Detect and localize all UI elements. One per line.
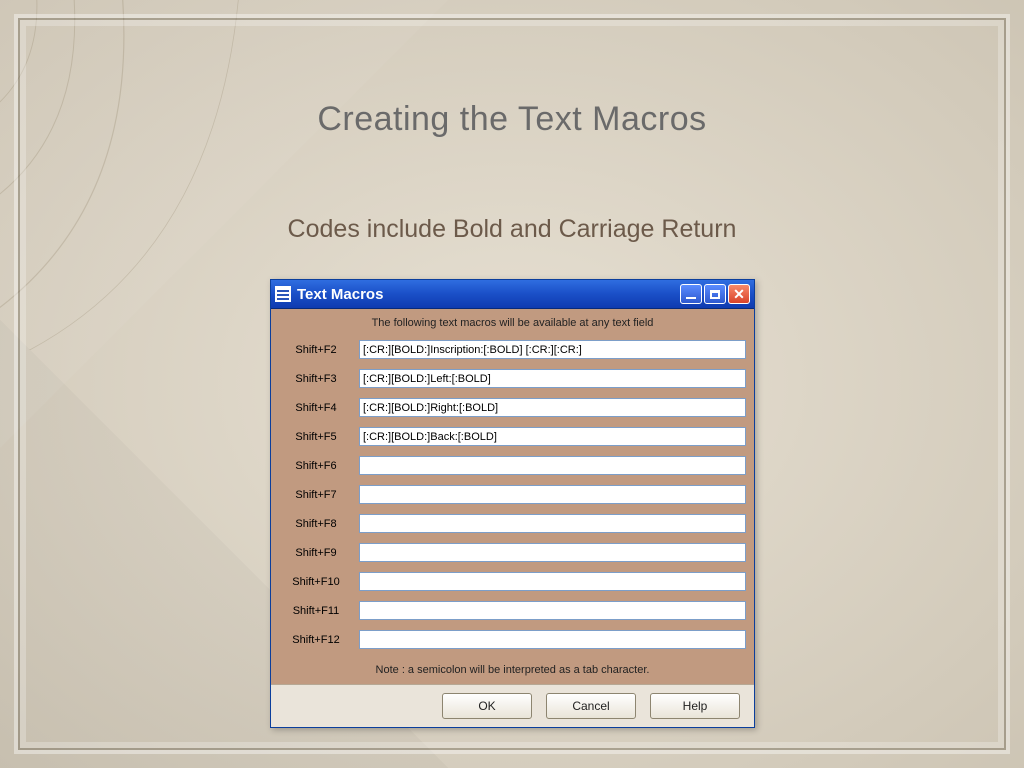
macro-input[interactable] <box>359 340 746 359</box>
macro-label: Shift+F11 <box>271 605 359 617</box>
macro-label: Shift+F2 <box>271 344 359 356</box>
close-button[interactable]: ✕ <box>728 284 750 304</box>
macro-input[interactable] <box>359 543 746 562</box>
macro-row: Shift+F6 <box>271 451 754 480</box>
slide: Creating the Text Macros Codes include B… <box>0 0 1024 768</box>
minimize-button[interactable] <box>680 284 702 304</box>
help-button[interactable]: Help <box>650 693 740 719</box>
macro-label: Shift+F9 <box>271 547 359 559</box>
macro-input[interactable] <box>359 572 746 591</box>
macro-input-wrap <box>359 456 746 476</box>
macro-row: Shift+F7 <box>271 480 754 509</box>
dialog-note: Note : a semicolon will be interpreted a… <box>271 654 754 684</box>
dialog-intro: The following text macros will be availa… <box>271 309 754 335</box>
macro-input[interactable] <box>359 485 746 504</box>
macro-row: Shift+F2 <box>271 335 754 364</box>
macro-label: Shift+F8 <box>271 518 359 530</box>
macro-label: Shift+F7 <box>271 489 359 501</box>
macro-input-wrap <box>359 601 746 621</box>
macro-row: Shift+F11 <box>271 596 754 625</box>
macro-row: Shift+F5 <box>271 422 754 451</box>
macro-input-wrap <box>359 514 746 534</box>
macro-input[interactable] <box>359 630 746 649</box>
macro-label: Shift+F5 <box>271 431 359 443</box>
cancel-button[interactable]: Cancel <box>546 693 636 719</box>
dialog-body: The following text macros will be availa… <box>271 309 754 684</box>
button-bar: OK Cancel Help <box>271 684 754 727</box>
macro-row: Shift+F3 <box>271 364 754 393</box>
minimize-icon <box>686 297 696 299</box>
text-macros-dialog: Text Macros ✕ The following text macros … <box>270 279 755 728</box>
app-icon <box>275 286 291 302</box>
slide-title: Creating the Text Macros <box>0 100 1024 139</box>
slide-subtitle: Codes include Bold and Carriage Return <box>0 215 1024 244</box>
macro-label: Shift+F10 <box>271 576 359 588</box>
macro-row: Shift+F4 <box>271 393 754 422</box>
macro-label: Shift+F6 <box>271 460 359 472</box>
macro-row: Shift+F8 <box>271 509 754 538</box>
titlebar[interactable]: Text Macros ✕ <box>271 280 754 309</box>
macro-input-wrap <box>359 630 746 650</box>
macro-input-wrap <box>359 572 746 592</box>
macro-label: Shift+F3 <box>271 373 359 385</box>
macro-input-wrap <box>359 369 746 389</box>
macro-input-wrap <box>359 398 746 418</box>
macro-input-wrap <box>359 485 746 505</box>
ok-button[interactable]: OK <box>442 693 532 719</box>
macro-input-wrap <box>359 427 746 447</box>
macro-row: Shift+F10 <box>271 567 754 596</box>
maximize-icon <box>710 290 720 299</box>
close-icon: ✕ <box>733 286 745 303</box>
macro-input[interactable] <box>359 398 746 417</box>
macro-input[interactable] <box>359 369 746 388</box>
macro-input-wrap <box>359 543 746 563</box>
macro-input[interactable] <box>359 427 746 446</box>
macro-row: Shift+F9 <box>271 538 754 567</box>
macro-input[interactable] <box>359 601 746 620</box>
macro-input[interactable] <box>359 456 746 475</box>
maximize-button[interactable] <box>704 284 726 304</box>
macro-label: Shift+F4 <box>271 402 359 414</box>
dialog-title: Text Macros <box>297 286 678 303</box>
macro-label: Shift+F12 <box>271 634 359 646</box>
macro-input[interactable] <box>359 514 746 533</box>
macro-input-wrap <box>359 340 746 360</box>
macro-row: Shift+F12 <box>271 625 754 654</box>
macro-rows: Shift+F2 Shift+F3 Shift+F4 Shift+F5 Shift+F6… <box>271 335 754 654</box>
